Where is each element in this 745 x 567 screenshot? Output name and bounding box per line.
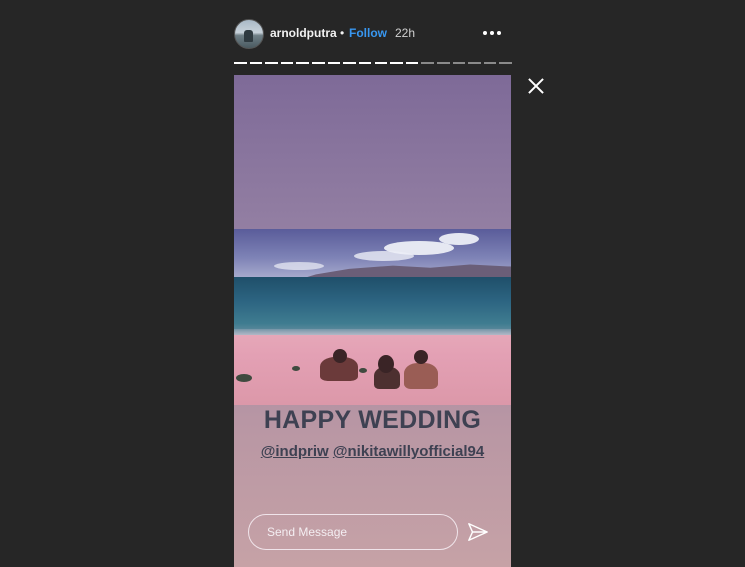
separator-dot: • xyxy=(340,26,345,40)
progress-segment xyxy=(265,62,278,64)
mention-link[interactable]: @indpriw xyxy=(261,443,329,460)
story-headline: HAPPY WEDDING xyxy=(263,406,482,434)
progress-segment xyxy=(499,62,512,64)
progress-segment xyxy=(280,62,294,64)
mention-link[interactable]: @nikitawillyofficial94 xyxy=(333,443,484,460)
progress-segment xyxy=(358,62,372,64)
send-icon[interactable] xyxy=(467,521,489,543)
story-progress-bar xyxy=(234,62,512,64)
progress-segment xyxy=(405,62,419,64)
story-header: arnoldputra • Follow 22h xyxy=(234,18,512,50)
story-timestamp: 22h xyxy=(395,26,416,40)
progress-segment xyxy=(327,62,341,64)
progress-segment xyxy=(390,62,403,64)
story-mentions: @indpriw @nikitawillyofficial94 xyxy=(234,443,511,460)
progress-segment xyxy=(436,62,450,64)
user-avatar[interactable] xyxy=(234,19,264,49)
close-icon[interactable] xyxy=(526,76,546,96)
beach-photo xyxy=(234,229,511,405)
username-link[interactable]: arnoldputra xyxy=(270,26,337,40)
follow-button[interactable]: Follow xyxy=(349,26,387,40)
more-icon[interactable] xyxy=(482,22,504,42)
progress-segment xyxy=(343,62,356,64)
progress-segment xyxy=(374,62,388,64)
progress-segment xyxy=(468,62,481,64)
send-message-input[interactable] xyxy=(248,514,458,550)
progress-segment xyxy=(249,62,263,64)
story-card[interactable]: HAPPY WEDDING @indpriw @nikitawillyoffic… xyxy=(234,75,511,567)
progress-segment xyxy=(483,62,497,64)
progress-segment xyxy=(296,62,310,64)
progress-segment xyxy=(234,62,247,64)
progress-segment xyxy=(452,62,466,64)
progress-segment xyxy=(312,62,325,64)
progress-segment xyxy=(421,62,434,64)
